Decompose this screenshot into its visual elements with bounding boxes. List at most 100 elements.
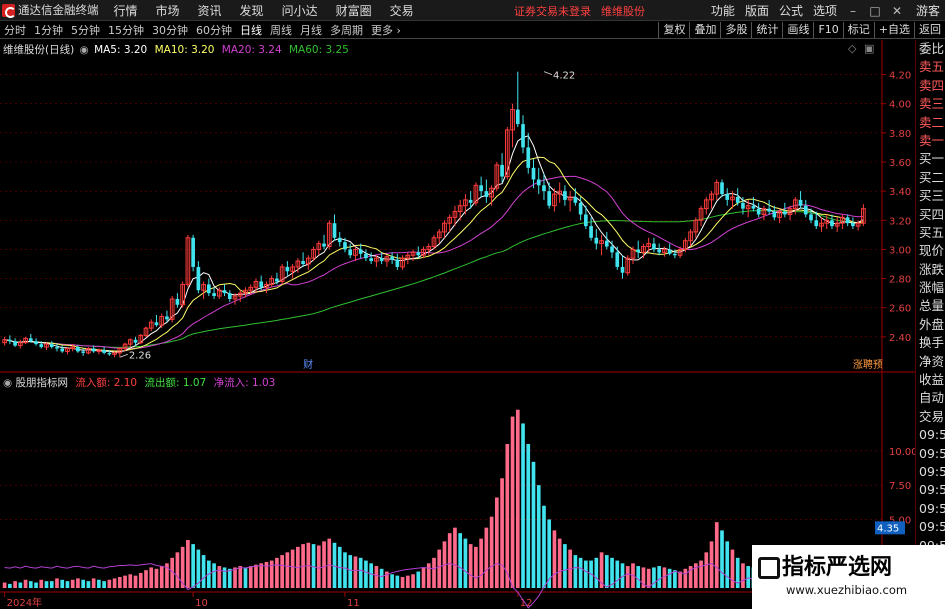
tab-30min[interactable]: 30分钟: [148, 22, 192, 38]
adjust-button[interactable]: 复权: [658, 22, 689, 38]
candle-body: [107, 352, 112, 355]
tab-15min[interactable]: 15分钟: [104, 22, 148, 38]
menu-formula[interactable]: 公式: [774, 2, 808, 19]
kline-chart[interactable]: 2.40 2.60 2.80 3.00 3.20 3.40 3.60 3.80 4.00 4.20…: [0, 40, 915, 609]
candle-body: [337, 237, 342, 243]
sidebar-item[interactable]: 自动: [916, 389, 945, 407]
sidebar-item: 净资: [919, 353, 945, 369]
price-annotation-arrow: [543, 71, 553, 76]
inflow-bar: [432, 557, 436, 588]
candle-body: [620, 266, 625, 273]
candle-body: [28, 338, 33, 342]
legend-ma10: MA10: 3.20: [154, 44, 215, 56]
sub-toggle-icon[interactable]: ◉: [3, 377, 12, 389]
menu-trade[interactable]: 交易: [381, 2, 423, 19]
inflow-bar: [395, 575, 400, 588]
tab-1min[interactable]: 1分钟: [30, 22, 67, 38]
candle-body: [798, 199, 803, 206]
restore-icon[interactable]: □: [864, 4, 886, 18]
inflow-bar: [521, 423, 525, 588]
candle-body: [81, 351, 85, 353]
ma10-line: [4, 156, 864, 352]
candle-body: [594, 237, 599, 244]
tab-multi-period[interactable]: 多周期: [326, 22, 367, 38]
guest-user-label[interactable]: 游客: [908, 2, 945, 19]
menu-layout[interactable]: 版面: [740, 2, 774, 19]
menu-market[interactable]: 市场: [147, 2, 189, 19]
sidebar-item: 09:53: [919, 427, 945, 443]
mark-button[interactable]: 标记: [842, 22, 874, 38]
legend-net-inflow: 净流入: 1.03: [213, 377, 276, 389]
inflow-bar: [243, 567, 248, 588]
tab-daily[interactable]: 日线: [236, 22, 266, 38]
multi-stock-button[interactable]: 多股: [720, 22, 751, 38]
sidebar-item: 卖四: [919, 77, 945, 93]
candle-body: [348, 249, 353, 256]
sidebar-item: 买四: [919, 206, 945, 222]
inflow-bar: [159, 566, 164, 588]
candle-body: [479, 185, 483, 192]
sidebar-item: 09:53: [919, 500, 945, 516]
draw-line-button[interactable]: 画线: [782, 22, 813, 38]
inflow-bar: [112, 578, 117, 588]
inflow-bar: [746, 566, 751, 588]
sidebar-item: 买五: [919, 224, 945, 240]
inflow-bar: [636, 566, 641, 588]
close-icon[interactable]: ✕: [886, 4, 908, 18]
tab-weekly[interactable]: 周线: [266, 22, 296, 38]
menu-news[interactable]: 资讯: [189, 2, 231, 19]
inflow-bar: [149, 567, 154, 588]
inflow-bar: [683, 568, 688, 588]
inflow-bar: [673, 570, 677, 588]
inflow-bar: [421, 567, 426, 588]
menu-functions[interactable]: 功能: [706, 2, 740, 19]
inflow-bar: [233, 567, 237, 588]
add-watchlist-button[interactable]: +自选: [873, 22, 914, 38]
tab-60min[interactable]: 60分钟: [192, 22, 236, 38]
inflow-bar: [458, 533, 463, 588]
inflow-bar: [107, 579, 112, 588]
inflow-bar: [437, 549, 442, 588]
x-tick-label: 12: [520, 598, 533, 609]
inflow-bar: [201, 555, 206, 588]
chart-panel[interactable]: 2.40 2.60 2.80 3.00 3.20 3.40 3.60 3.80 4.00 4.20…: [0, 40, 915, 609]
menu-bar: 通达信金融终端 行情 市场 资讯 发现 问小达 财富圈 交易 证券交易未登录 维…: [0, 0, 945, 21]
sidebar-item[interactable]: 交易: [916, 408, 945, 426]
menu-options[interactable]: 选项: [808, 2, 842, 19]
inflow-bar: [374, 566, 379, 588]
inflow-bar: [447, 533, 452, 588]
trade-login-link[interactable]: 证券交易未登录: [514, 3, 591, 19]
f10-button[interactable]: F10: [813, 22, 842, 38]
candle-body: [610, 246, 614, 253]
inflow-bar: [285, 552, 290, 588]
inflow-bar: [97, 579, 101, 588]
menu-quotes[interactable]: 行情: [105, 2, 147, 19]
candle-body: [91, 348, 96, 352]
back-button[interactable]: 返回: [914, 22, 945, 38]
inflow-bar: [400, 577, 405, 588]
timeframe-bar: 分时 1分钟 5分钟 15分钟 30分钟 60分钟 日线 周线 月线 多周期 更…: [0, 22, 945, 39]
menu-wealth[interactable]: 财富圈: [327, 2, 381, 19]
inflow-bar: [390, 574, 394, 588]
minimize-icon[interactable]: –: [842, 4, 864, 18]
inflow-bar: [358, 557, 363, 588]
overlay-button[interactable]: 叠加: [689, 22, 720, 38]
tab-monthly[interactable]: 月线: [296, 22, 326, 38]
inflow-bar: [667, 568, 672, 588]
candle-body: [343, 242, 347, 250]
app-logo: 通达信金融终端: [0, 0, 105, 21]
inflow-bar: [515, 409, 520, 588]
legend-toggle-icon[interactable]: ◉: [80, 44, 89, 56]
inflow-bar: [60, 579, 65, 588]
diamond-icon[interactable]: ◇: [848, 42, 856, 55]
menu-right: 功能 版面 公式 选项 – □ ✕ 游客: [706, 0, 945, 21]
inflow-bar: [730, 549, 735, 588]
statistics-button[interactable]: 统计: [751, 22, 782, 38]
tab-intraday[interactable]: 分时: [0, 22, 30, 38]
inflow-bar: [138, 572, 143, 588]
menu-ask[interactable]: 问小达: [273, 2, 327, 19]
tab-5min[interactable]: 5分钟: [67, 22, 104, 38]
tab-more[interactable]: 更多 ›: [367, 22, 405, 38]
menu-discover[interactable]: 发现: [231, 2, 273, 19]
expand-icon[interactable]: ▣: [864, 42, 874, 55]
